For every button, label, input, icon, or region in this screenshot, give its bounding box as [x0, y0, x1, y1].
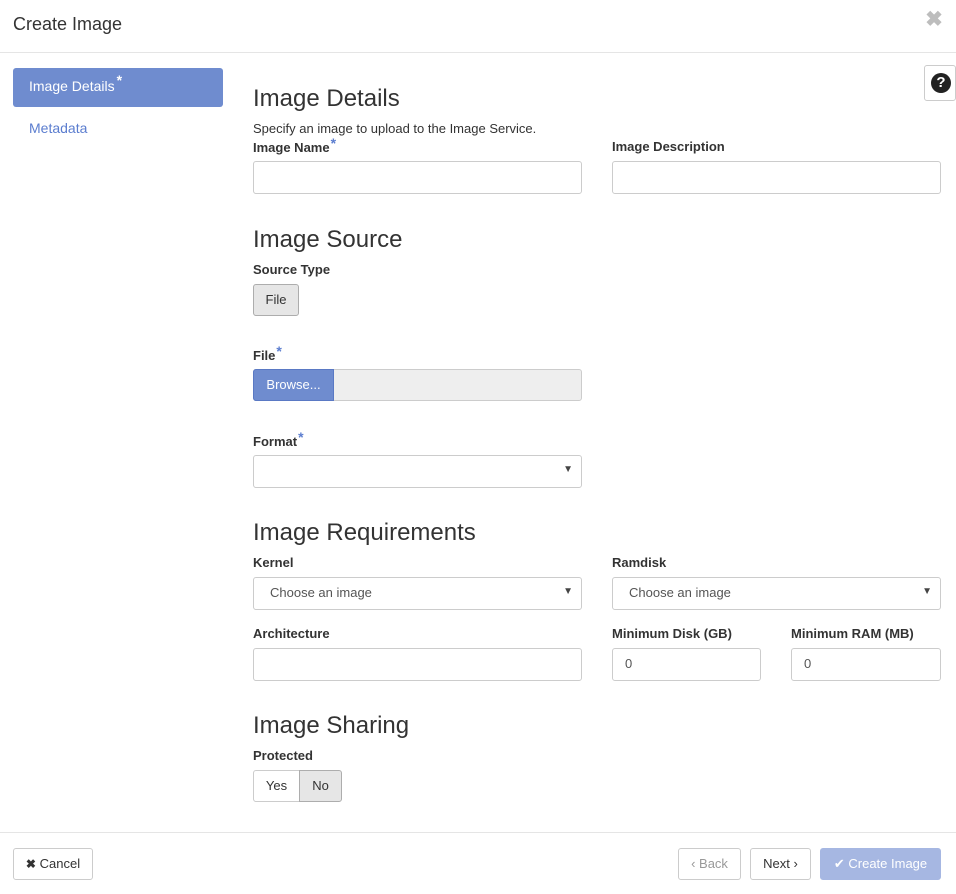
file-input-group[interactable]: Browse...	[253, 369, 582, 401]
back-button-label: Back	[699, 856, 728, 871]
required-asterisk: *	[298, 429, 304, 445]
details-hint: Specify an image to upload to the Image …	[253, 121, 537, 136]
chevron-right-icon: ›	[793, 856, 798, 871]
next-button-label: Next	[763, 856, 790, 871]
create-image-button-label: Create Image	[848, 856, 928, 871]
section-heading-source: Image Source	[253, 226, 403, 253]
source-type-file-button[interactable]: File	[253, 284, 299, 316]
required-asterisk: *	[276, 343, 282, 359]
min-ram-input[interactable]: 0	[791, 648, 941, 681]
next-button[interactable]: Next ›	[750, 848, 811, 880]
architecture-input[interactable]	[253, 648, 582, 681]
browse-button[interactable]: Browse...	[253, 369, 334, 401]
required-asterisk: *	[116, 72, 123, 88]
min-disk-label: Minimum Disk (GB)	[612, 626, 732, 641]
section-heading-sharing: Image Sharing	[253, 712, 410, 739]
image-description-label: Image Description	[612, 139, 725, 154]
image-description-input[interactable]	[612, 161, 941, 194]
caret-down-icon: ▼	[563, 586, 573, 597]
ramdisk-select-value: Choose an image	[629, 585, 731, 600]
file-label: File*	[253, 343, 282, 363]
cancel-button[interactable]: ✖ Cancel	[13, 848, 93, 880]
architecture-label: Architecture	[253, 626, 330, 641]
source-type-label: Source Type	[253, 262, 331, 277]
file-label-text: File	[253, 348, 276, 363]
kernel-label: Kernel	[253, 555, 294, 570]
kernel-select[interactable]: Choose an image ▼	[253, 577, 582, 610]
close-icon[interactable]: ✖	[924, 9, 944, 31]
image-name-label-text: Image Name	[253, 140, 330, 155]
dialog-header: Create Image ✖	[0, 0, 956, 53]
caret-down-icon: ▼	[922, 586, 932, 597]
dialog-footer	[0, 832, 956, 894]
sidebar-item-image-details[interactable]: Image Details *	[13, 68, 223, 107]
min-disk-input[interactable]: 0	[612, 648, 761, 681]
caret-down-icon: ▼	[563, 464, 573, 475]
protected-label: Protected	[253, 748, 313, 763]
question-circle-icon: ?	[931, 73, 951, 93]
back-button[interactable]: ‹ Back	[678, 848, 741, 880]
dialog-title: Create Image	[13, 14, 123, 34]
section-heading-requirements: Image Requirements	[253, 519, 476, 546]
protected-no-button[interactable]: No	[299, 770, 342, 802]
min-ram-label: Minimum RAM (MB)	[791, 626, 914, 641]
times-icon: ✖	[25, 857, 36, 871]
required-asterisk: *	[330, 135, 337, 151]
chevron-left-icon: ‹	[691, 856, 696, 871]
format-label: Format*	[253, 429, 304, 449]
protected-yes-button[interactable]: Yes	[253, 770, 300, 802]
create-image-button[interactable]: ✔ Create Image	[820, 848, 941, 880]
format-select[interactable]: ▼	[253, 455, 582, 488]
sidebar-item-label: Image Details	[29, 78, 115, 94]
section-heading-details: Image Details	[253, 85, 400, 112]
sidebar-item-metadata[interactable]: Metadata	[29, 120, 87, 136]
kernel-select-value: Choose an image	[270, 585, 372, 600]
ramdisk-select[interactable]: Choose an image ▼	[612, 577, 941, 610]
help-button[interactable]: ?	[924, 65, 956, 101]
format-label-text: Format	[253, 434, 298, 449]
image-name-label: Image Name*	[253, 135, 336, 155]
image-name-input[interactable]	[253, 161, 582, 194]
ramdisk-label: Ramdisk	[612, 555, 667, 570]
check-icon: ✔	[833, 856, 845, 871]
cancel-button-label: Cancel	[39, 856, 81, 871]
